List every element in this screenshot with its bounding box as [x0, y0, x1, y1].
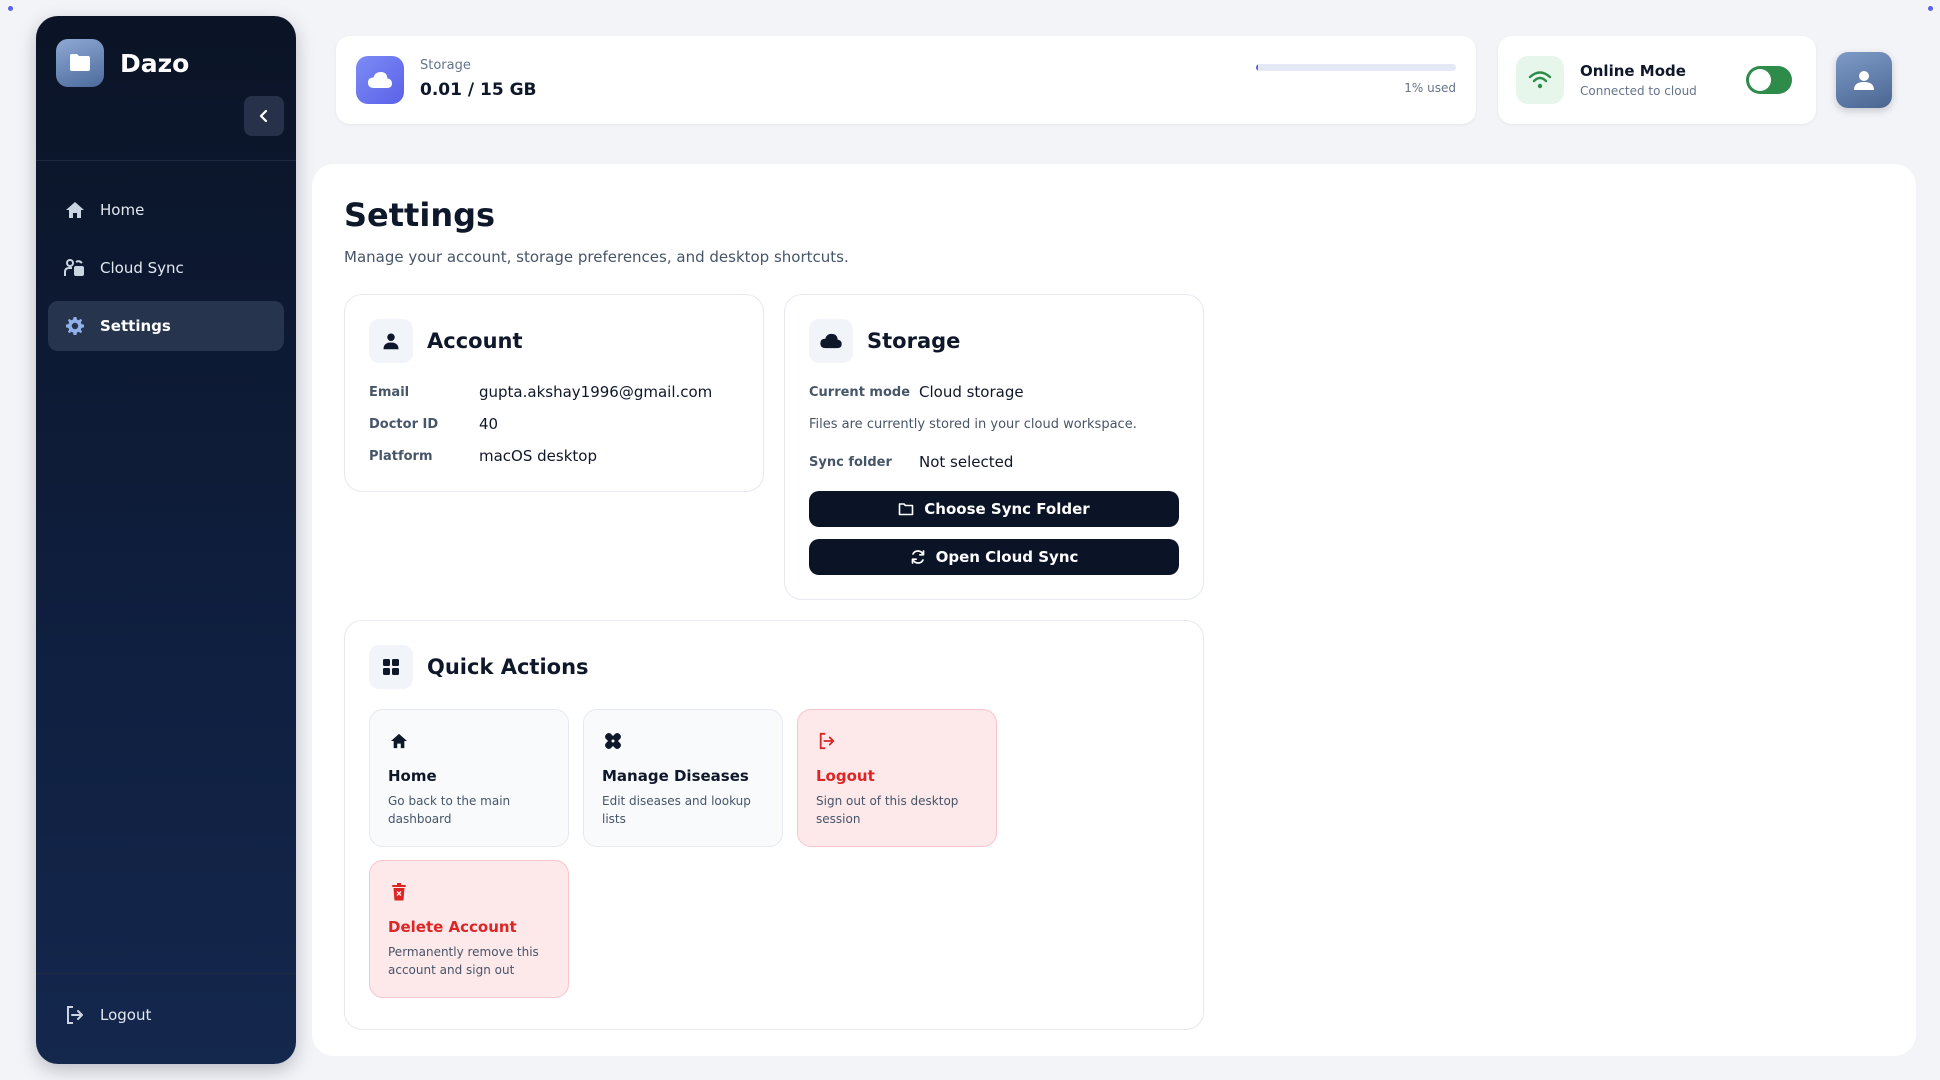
brand: Dazo	[56, 39, 189, 87]
online-mode-card: Online Mode Connected to cloud	[1498, 36, 1816, 124]
grid-icon	[369, 645, 413, 689]
sidebar-divider-bottom	[36, 973, 296, 974]
folder-icon	[898, 502, 914, 516]
platform-label: Platform	[369, 449, 433, 464]
cloud-icon	[356, 56, 404, 104]
chevron-left-icon	[259, 109, 268, 123]
platform-value: macOS desktop	[479, 447, 597, 465]
quick-action-manage-diseases[interactable]: Manage Diseases Edit diseases and lookup…	[583, 709, 783, 847]
sidebar: Dazo Home Cloud Sync Settings Logout	[36, 16, 296, 1064]
email-label: Email	[369, 385, 410, 400]
trash-icon	[388, 881, 410, 903]
user-icon	[1854, 71, 1874, 90]
home-icon	[64, 199, 86, 221]
folder-icon	[56, 39, 104, 87]
storage-note: Files are currently stored in your cloud…	[809, 417, 1137, 432]
quick-action-desc: Go back to the main dashboard	[388, 794, 511, 826]
storage-progress-fill	[1256, 64, 1258, 71]
quick-action-delete-account[interactable]: Delete Account Permanently remove this a…	[369, 860, 569, 998]
doctor-id-label: Doctor ID	[369, 417, 439, 432]
bandage-icon	[602, 730, 624, 752]
window-edge-dot-right	[1928, 6, 1933, 11]
online-mode-toggle[interactable]	[1746, 66, 1792, 94]
logout-icon	[816, 730, 838, 752]
page-title: Settings	[344, 196, 496, 234]
settings-panel: Settings Manage your account, storage pr…	[312, 164, 1916, 1056]
brand-name: Dazo	[120, 48, 190, 78]
quick-action-home[interactable]: Home Go back to the main dashboard	[369, 709, 569, 847]
user-avatar-button[interactable]	[1836, 52, 1892, 108]
quick-action-desc: Permanently remove this account and sign…	[388, 945, 539, 977]
quick-actions-title: Quick Actions	[427, 655, 589, 679]
storage-value: 0.01 / 15 GB	[420, 80, 537, 100]
current-mode-value: Cloud storage	[919, 383, 1024, 401]
quick-action-title: Manage Diseases	[602, 767, 749, 785]
online-mode-subtitle: Connected to cloud	[1580, 84, 1697, 98]
quick-action-title: Home	[388, 767, 437, 785]
sidebar-divider-top	[36, 160, 296, 161]
refresh-icon	[910, 549, 926, 565]
sync-folder-label: Sync folder	[809, 455, 892, 470]
email-value: gupta.akshay1996@gmail.com	[479, 383, 713, 401]
toggle-knob	[1749, 69, 1771, 91]
open-cloud-sync-label: Open Cloud Sync	[935, 548, 1079, 566]
quick-action-desc: Edit diseases and lookup lists	[602, 794, 751, 826]
quick-action-title: Delete Account	[388, 918, 517, 936]
home-icon	[388, 730, 410, 752]
quick-action-logout[interactable]: Logout Sign out of this desktop session	[797, 709, 997, 847]
cloud-icon	[809, 319, 853, 363]
quick-action-title: Logout	[816, 767, 875, 785]
sidebar-item-settings[interactable]: Settings	[48, 301, 284, 351]
sidebar-item-label: Home	[100, 201, 145, 219]
account-title: Account	[427, 329, 523, 353]
collapse-sidebar-button[interactable]	[244, 96, 284, 136]
sidebar-logout-button[interactable]: Logout	[48, 990, 284, 1040]
quick-action-desc: Sign out of this desktop session	[816, 794, 959, 826]
sync-folder-value: Not selected	[919, 453, 1014, 471]
storage-progress-bar	[1256, 64, 1456, 71]
user-icon	[369, 319, 413, 363]
storage-title: Storage	[867, 329, 961, 353]
gear-icon	[64, 315, 86, 337]
open-cloud-sync-button[interactable]: Open Cloud Sync	[809, 539, 1179, 575]
storage-used-text: 1% used	[1404, 81, 1456, 95]
wifi-icon	[1516, 56, 1564, 104]
sidebar-item-label: Logout	[100, 1006, 152, 1024]
choose-sync-folder-button[interactable]: Choose Sync Folder	[809, 491, 1179, 527]
sidebar-item-label: Settings	[100, 317, 171, 335]
quick-actions-card: Quick Actions Home Go back to the main d…	[344, 620, 1204, 1030]
sidebar-item-home[interactable]: Home	[48, 185, 284, 235]
cloud-sync-icon	[64, 257, 86, 279]
account-card: Account Email gupta.akshay1996@gmail.com…	[344, 294, 764, 492]
sidebar-item-cloud-sync[interactable]: Cloud Sync	[48, 243, 284, 293]
doctor-id-value: 40	[479, 415, 499, 433]
page-subtitle: Manage your account, storage preferences…	[344, 248, 849, 266]
choose-sync-folder-label: Choose Sync Folder	[924, 500, 1090, 518]
current-mode-label: Current mode	[809, 385, 911, 400]
storage-label: Storage	[420, 58, 471, 73]
storage-settings-card: Storage Current mode Cloud storage Files…	[784, 294, 1204, 600]
storage-usage-card: Storage 0.01 / 15 GB 1% used	[336, 36, 1476, 124]
logout-icon	[64, 1004, 86, 1026]
sidebar-item-label: Cloud Sync	[100, 259, 184, 277]
online-mode-title: Online Mode	[1580, 62, 1686, 80]
window-edge-dot-left	[8, 6, 13, 11]
